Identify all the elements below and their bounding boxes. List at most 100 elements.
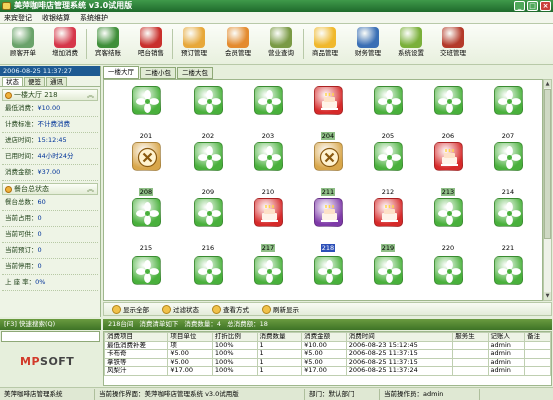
filter-status-button[interactable]: 过滤状态 xyxy=(162,304,199,314)
summary-header[interactable]: 餐台总状态 ︽ xyxy=(2,183,98,195)
table-209[interactable]: 209 xyxy=(178,142,238,202)
column-header[interactable]: 消费项目 xyxy=(104,332,169,342)
show-all-button[interactable]: 显示全部 xyxy=(112,304,149,314)
view-mode-button[interactable]: 查看方式 xyxy=(212,304,249,314)
menu-system[interactable]: 系统维护 xyxy=(80,13,108,23)
table-219[interactable]: 219 xyxy=(358,198,418,258)
table-208[interactable]: 208 xyxy=(116,142,176,202)
table-225[interactable]: 225 xyxy=(298,256,358,300)
table-214[interactable]: 214 xyxy=(478,142,538,202)
tab-floor2-small[interactable]: 二楼小包 xyxy=(140,67,176,79)
table-217[interactable]: 217 xyxy=(238,198,298,258)
table-216[interactable]: 216 xyxy=(178,198,238,258)
table-cell: 100% xyxy=(211,357,258,367)
table-227[interactable]: 227 xyxy=(418,256,478,300)
refresh-button[interactable]: 刷新显示 xyxy=(262,304,299,314)
table-207[interactable]: 207 xyxy=(478,86,538,146)
tab-contacts[interactable]: 通讯 xyxy=(46,77,67,86)
toolbar-plus-button[interactable]: 增加消费 xyxy=(45,25,85,64)
title-bar: 美萍咖啡店管理系统 v3.0试用版 _ □ × xyxy=(0,0,553,12)
column-header[interactable]: 消费时间 xyxy=(345,332,454,342)
table-row[interactable]: 卡布奇 ¥5.00 100% 1 ¥5.00 2006-08-25 11:37:15 adm… xyxy=(104,349,551,359)
column-header[interactable]: 项目单位 xyxy=(167,332,213,342)
table-202[interactable]: 202 xyxy=(178,86,238,146)
table-cell: 1 xyxy=(256,366,303,376)
table-number: 210 xyxy=(261,188,275,196)
table-row[interactable]: 最低消费补差项 100% 1 ¥10.00 2006-08-23 15:12:45 adm… xyxy=(104,340,551,350)
scroll-thumb[interactable] xyxy=(544,89,551,239)
room-info-header[interactable]: 一楼大厅 218 ︽ xyxy=(2,89,98,101)
maximize-button[interactable]: □ xyxy=(527,1,538,11)
tab-status[interactable]: 状态 xyxy=(2,77,23,86)
table-224[interactable]: 224 xyxy=(238,256,298,300)
toolbar-book-button[interactable]: 财务管理 xyxy=(348,25,388,64)
table-201[interactable]: 201 xyxy=(116,86,176,146)
toolbar-exit-button[interactable]: 交班管理 xyxy=(433,25,473,64)
scroll-down-icon[interactable]: ▼ xyxy=(544,292,551,300)
action-label: 显示全部 xyxy=(123,306,149,314)
toolbar-gear-button[interactable]: 系统设置 xyxy=(391,25,431,64)
table-226[interactable]: 226 xyxy=(358,256,418,300)
column-header[interactable]: 消费金额 xyxy=(301,332,347,342)
close-button[interactable]: × xyxy=(540,1,551,11)
column-header[interactable]: 消费数量 xyxy=(256,332,303,342)
table-212[interactable]: 212 xyxy=(358,142,418,202)
table-cell: 1 xyxy=(256,340,303,350)
table-213[interactable]: 213 xyxy=(418,142,478,202)
table-215[interactable]: 215 xyxy=(116,198,176,258)
vertical-scrollbar[interactable]: ▲ ▼ xyxy=(543,79,552,301)
table-223[interactable]: 223 xyxy=(178,256,238,300)
table-number: 219 xyxy=(380,244,396,252)
table-205[interactable]: 205 xyxy=(358,86,418,146)
table-220[interactable]: 220 xyxy=(418,198,478,258)
toolbar-cup-button[interactable]: 顾客开单 xyxy=(3,25,43,64)
column-header[interactable]: 打折比例 xyxy=(211,332,258,342)
info-row: 最低消费：¥10.00 xyxy=(2,101,98,117)
column-header[interactable]: 记账人 xyxy=(487,332,526,342)
table-row[interactable]: 拿铁等 ¥5.00 100% 1 ¥5.00 2006-08-25 11:37:15 adm… xyxy=(104,357,551,367)
table-210[interactable]: 210 xyxy=(238,142,298,202)
column-header[interactable]: 备注 xyxy=(524,332,551,342)
toolbar-members-button[interactable]: 会员管理 xyxy=(218,25,258,64)
minimize-button[interactable]: _ xyxy=(514,1,525,11)
menu-guest-register[interactable]: 来宾登记 xyxy=(4,13,32,23)
occupied-table-icon xyxy=(433,142,463,171)
table-221[interactable]: 221 xyxy=(478,198,538,258)
tab-notes[interactable]: 便签 xyxy=(24,77,45,86)
table-222[interactable]: 222 xyxy=(116,256,176,300)
info-value: 0 xyxy=(37,214,42,222)
available-table-icon xyxy=(253,86,283,115)
tab-floor2-large[interactable]: 二楼大包 xyxy=(177,67,213,79)
quick-search-input[interactable] xyxy=(1,331,100,342)
toolbar-pencil-button[interactable]: 营业查询 xyxy=(261,25,301,64)
info-row: 当前占用：0 xyxy=(2,211,98,227)
available-table-icon xyxy=(373,86,403,115)
available-table-icon xyxy=(131,198,161,227)
menu-checkout[interactable]: 收银结算 xyxy=(42,13,70,23)
status-bar: 美萍咖啡店管理系统 当前操作界面：美萍咖啡店管理系统 v3.0试用版 部门：默认… xyxy=(0,387,553,400)
toolbar-arrow-button[interactable]: 宾客结账 xyxy=(88,25,128,64)
table-204[interactable]: 204 xyxy=(298,86,358,146)
status-app: 美萍咖啡店管理系统 xyxy=(0,388,95,400)
table-218[interactable]: 218 xyxy=(298,198,358,258)
toolbar-star-button[interactable]: 商品管理 xyxy=(305,25,345,64)
table-row[interactable]: 风梨汁 ¥17.00 100% 1 ¥17.00 2006-08-25 11:37:24 a… xyxy=(104,366,551,376)
table-number: 202 xyxy=(201,132,215,140)
app-window: 美萍咖啡店管理系统 v3.0试用版 _ □ × 来宾登记 收银结算 系统维护 顾… xyxy=(0,0,553,400)
table-number: 204 xyxy=(320,132,336,140)
arrow-icon xyxy=(97,27,119,48)
table-228[interactable]: 228 xyxy=(478,256,538,300)
table-206[interactable]: 206 xyxy=(418,86,478,146)
toolbar-clock-button[interactable]: 预订管理 xyxy=(174,25,214,64)
tab-floor1-hall[interactable]: 一楼大厅 xyxy=(103,66,139,79)
toolbar-label: 系统设置 xyxy=(398,49,424,57)
table-203[interactable]: 203 xyxy=(238,86,298,146)
detail-header: 218台间 消费清单如下 消费数量：4 总消费额：18 xyxy=(103,319,552,330)
table-211[interactable]: 211 xyxy=(298,142,358,202)
table-number: 221 xyxy=(501,244,515,252)
scroll-up-icon[interactable]: ▲ xyxy=(544,80,551,88)
table-cell xyxy=(452,357,489,367)
toolbar-monitor-button[interactable]: 吧台销售 xyxy=(131,25,171,64)
column-header[interactable]: 服务生 xyxy=(452,332,489,342)
available-table-icon xyxy=(131,256,161,285)
